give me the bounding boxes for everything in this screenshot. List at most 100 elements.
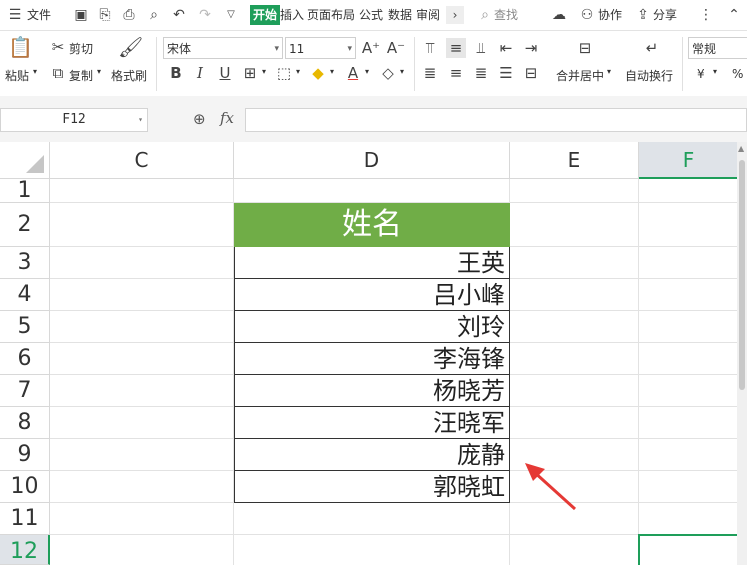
copy-icon[interactable]: ⧉ (48, 63, 68, 83)
align-center-icon[interactable]: ≡ (446, 63, 466, 83)
underline-icon[interactable]: U (215, 63, 235, 83)
number-format-select[interactable]: 常规 (688, 37, 747, 59)
quick-access-dropdown-icon[interactable]: ▽ (222, 6, 240, 24)
formula-input[interactable] (245, 108, 747, 132)
align-right-icon[interactable]: ≣ (471, 63, 491, 83)
selected-cell-f12[interactable] (638, 534, 739, 565)
decrease-font-size-icon[interactable]: A⁻ (386, 38, 406, 58)
print-icon[interactable]: ⎙ (120, 6, 138, 24)
more-tabs-chevron-icon[interactable]: › (446, 6, 464, 24)
share-icon[interactable]: ⇪ (634, 6, 652, 24)
name-header-cell[interactable]: 姓名 (234, 203, 510, 247)
font-color-dropdown-icon[interactable]: ▾ (365, 67, 369, 76)
align-left-icon[interactable]: ≣ (420, 63, 440, 83)
wrap-text-button[interactable]: 自动换行 (625, 67, 673, 84)
cell-style-icon[interactable]: ⬚ (274, 63, 294, 83)
row-header[interactable]: 4 (0, 279, 50, 311)
border-dropdown-icon[interactable]: ▾ (262, 67, 266, 76)
redo-icon[interactable]: ↷ (196, 6, 214, 24)
fill-color-dropdown-icon[interactable]: ▾ (330, 67, 334, 76)
increase-font-size-icon[interactable]: A⁺ (361, 38, 381, 58)
clear-format-dropdown-icon[interactable]: ▾ (400, 67, 404, 76)
select-all-corner[interactable] (0, 142, 50, 179)
search-icon[interactable]: ⌕ (476, 6, 494, 24)
share-button[interactable]: 分享 (653, 0, 677, 30)
tab-home[interactable]: 开始 (250, 5, 281, 25)
row-header[interactable]: 9 (0, 439, 50, 471)
percent-button[interactable]: % (732, 67, 743, 81)
copy-dropdown-icon[interactable]: ▾ (97, 67, 101, 76)
align-middle-icon[interactable]: ≡ (446, 38, 466, 58)
scrollbar-thumb[interactable] (739, 160, 745, 390)
cell-style-dropdown-icon[interactable]: ▾ (296, 67, 300, 76)
row-header[interactable]: 1 (0, 179, 50, 203)
merge-center-icon[interactable]: ⊟ (572, 38, 598, 58)
row-header[interactable]: 6 (0, 343, 50, 375)
tab-formulas[interactable]: 公式 (359, 0, 383, 30)
currency-button[interactable]: ¥ (697, 67, 705, 81)
distributed-align-icon[interactable]: ⊟ (521, 63, 541, 83)
clear-format-icon[interactable]: ◇ (378, 63, 398, 83)
font-name-select[interactable]: 宋体 ▾ (163, 37, 283, 59)
search-label[interactable]: 查找 (494, 0, 518, 30)
align-bottom-icon[interactable]: ⫫ (471, 38, 491, 58)
name-cell[interactable]: 李海锋 (234, 343, 510, 375)
bold-icon[interactable]: B (166, 63, 186, 83)
row-header[interactable]: 5 (0, 311, 50, 343)
currency-dropdown-icon[interactable]: ▾ (713, 67, 717, 76)
vertical-scrollbar[interactable]: ▲ (737, 142, 747, 565)
column-header-c[interactable]: C (50, 142, 234, 179)
more-options-icon[interactable]: ⋮ (697, 6, 715, 24)
row-header[interactable]: 3 (0, 247, 50, 279)
file-menu[interactable]: 文件 (27, 0, 51, 30)
collab-icon[interactable]: ⚇ (578, 6, 596, 24)
row-header[interactable]: 2 (0, 203, 50, 247)
name-cell[interactable]: 庞静 (234, 439, 510, 471)
increase-indent-icon[interactable]: ⇥ (521, 38, 541, 58)
row-header[interactable]: 7 (0, 375, 50, 407)
copy-button[interactable]: 复制 (69, 67, 93, 84)
fill-color-icon[interactable]: ◆ (308, 63, 328, 83)
scissors-icon[interactable]: ✂ (48, 37, 68, 57)
border-icon[interactable]: ⊞ (240, 63, 260, 83)
justify-icon[interactable]: ☰ (496, 63, 516, 83)
name-cell[interactable]: 刘玲 (234, 311, 510, 343)
column-header-e[interactable]: E (510, 142, 639, 179)
cloud-sync-icon[interactable]: ☁ (550, 6, 568, 24)
merge-dropdown-icon[interactable]: ▾ (607, 67, 611, 76)
name-cell[interactable]: 吕小峰 (234, 279, 510, 311)
font-size-select[interactable]: 11 ▾ (285, 37, 356, 59)
format-painter-button[interactable]: 格式刷 (111, 67, 147, 84)
export-icon[interactable]: ⎘ (96, 6, 114, 24)
tab-insert[interactable]: 插入 (280, 0, 304, 30)
decrease-indent-icon[interactable]: ⇤ (496, 38, 516, 58)
collapse-ribbon-icon[interactable]: ⌃ (725, 6, 743, 24)
row-header[interactable]: 8 (0, 407, 50, 439)
cut-button[interactable]: 剪切 (69, 40, 93, 57)
wrap-text-icon[interactable]: ↵ (639, 38, 665, 58)
column-header-f[interactable]: F (639, 142, 739, 179)
format-painter-icon[interactable]: 🖌 (118, 37, 143, 57)
tab-review[interactable]: 审阅 (416, 0, 440, 30)
paste-dropdown-icon[interactable]: ▾ (33, 67, 37, 76)
row-header[interactable]: 11 (0, 503, 50, 535)
name-cell[interactable]: 杨晓芳 (234, 375, 510, 407)
hamburger-menu-icon[interactable]: ☰ (6, 6, 24, 24)
paste-button[interactable]: 粘贴 (5, 67, 29, 84)
name-cell[interactable]: 王英 (234, 247, 510, 279)
font-color-icon[interactable]: A (343, 63, 363, 83)
fx-button[interactable]: fx (220, 109, 234, 127)
name-box[interactable]: F12 ▾ (0, 108, 148, 132)
column-header-d[interactable]: D (234, 142, 510, 179)
name-cell[interactable]: 郭晓虹 (234, 471, 510, 503)
row-header[interactable]: 10 (0, 471, 50, 503)
scroll-up-icon[interactable]: ▲ (738, 144, 744, 153)
paste-icon[interactable]: 📋 (8, 37, 33, 63)
tab-page-layout[interactable]: 页面布局 (307, 0, 355, 30)
undo-icon[interactable]: ↶ (170, 6, 188, 24)
row-header[interactable]: 12 (0, 535, 50, 565)
zoom-icon[interactable]: ⊕ (193, 110, 206, 128)
collab-button[interactable]: 协作 (598, 0, 622, 30)
merge-center-button[interactable]: 合并居中 (556, 67, 604, 84)
tab-data[interactable]: 数据 (388, 0, 412, 30)
